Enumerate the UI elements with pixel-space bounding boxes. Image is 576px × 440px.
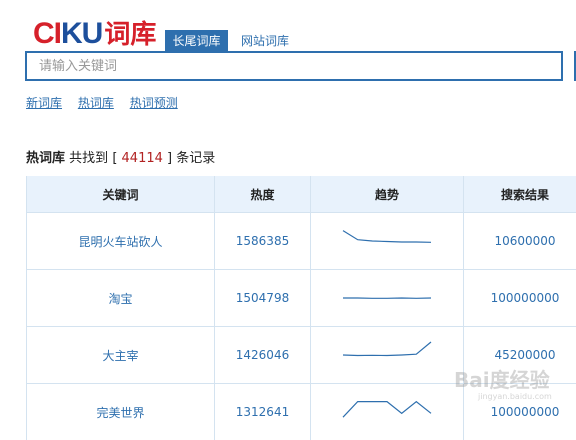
keyword-link[interactable]: 完美世界 bbox=[27, 384, 215, 440]
trend-cell bbox=[311, 270, 464, 327]
search-results-value: 100000000 bbox=[464, 270, 576, 327]
sub-navigation: 新词库 热词库 热词预测 bbox=[26, 94, 190, 111]
keyword-link[interactable]: 昆明火车站砍人 bbox=[27, 213, 215, 270]
trend-cell bbox=[311, 384, 464, 440]
trend-cell bbox=[311, 327, 464, 384]
header-trend: 趋势 bbox=[311, 176, 464, 213]
table-row: 昆明火车站砍人 1586385 10600000 bbox=[27, 213, 576, 270]
header-search-results[interactable]: 搜索结果 bbox=[464, 176, 576, 213]
heat-value: 1586385 bbox=[215, 213, 311, 270]
table-header-row: 关键词 热度 趋势 搜索结果 bbox=[27, 176, 576, 213]
link-hot-forecast[interactable]: 热词预测 bbox=[130, 96, 178, 110]
tab-site-words[interactable]: 网站词库 bbox=[241, 30, 289, 52]
trend-sparkline bbox=[341, 340, 433, 370]
trend-cell bbox=[311, 213, 464, 270]
heat-value: 1312641 bbox=[215, 384, 311, 440]
trend-sparkline bbox=[341, 397, 433, 427]
ciku-logo[interactable]: CIKU 词库 bbox=[33, 18, 156, 50]
result-count: 44114 bbox=[122, 151, 163, 166]
baidu-jingyan-watermark: Bai度经验 jingyan.baidu.com bbox=[442, 360, 552, 410]
header-keyword[interactable]: 关键词 bbox=[27, 176, 215, 213]
trend-sparkline bbox=[341, 283, 433, 313]
watermark-sub: jingyan.baidu.com bbox=[478, 392, 552, 401]
heat-value: 1426046 bbox=[215, 327, 311, 384]
trend-sparkline bbox=[341, 226, 433, 256]
result-summary: 热词库 共找到 [ 44114 ] 条记录 bbox=[26, 147, 215, 166]
keyword-link[interactable]: 淘宝 bbox=[27, 270, 215, 327]
table-row: 淘宝 1504798 100000000 bbox=[27, 270, 576, 327]
search-results-value: 10600000 bbox=[464, 213, 576, 270]
link-hot-words[interactable]: 热词库 bbox=[78, 96, 114, 110]
result-category: 热词库 bbox=[26, 151, 65, 166]
logo-chinese: 词库 bbox=[104, 19, 156, 51]
heat-value: 1504798 bbox=[215, 270, 311, 327]
link-new-words[interactable]: 新词库 bbox=[26, 96, 62, 110]
logo-text: CIKU bbox=[33, 18, 102, 50]
tab-long-tail-words[interactable]: 长尾词库 bbox=[165, 30, 228, 52]
header-heat[interactable]: 热度 bbox=[215, 176, 311, 213]
search-input[interactable] bbox=[25, 51, 563, 81]
watermark-main: Bai度经验 bbox=[454, 364, 550, 393]
keyword-link[interactable]: 大主宰 bbox=[27, 327, 215, 384]
